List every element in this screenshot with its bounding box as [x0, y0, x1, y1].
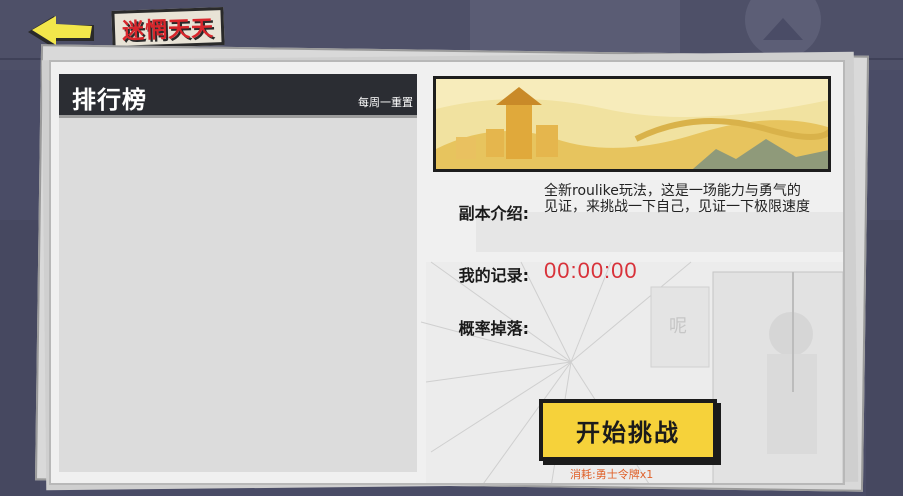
start-challenge-button[interactable]: 开始挑战: [539, 399, 717, 461]
start-challenge-label: 开始挑战: [576, 418, 680, 447]
leaderboard-title: 排行榜: [72, 86, 147, 114]
game-title: 迷惘天天: [121, 16, 215, 45]
intro-label: 副本介绍:: [458, 204, 529, 223]
drop-label: 概率掉落:: [458, 319, 529, 338]
record-value: 00:00:00: [544, 258, 638, 283]
drop-list: [544, 308, 804, 344]
intro-text: 全新roulike玩法，这是一场能力与勇气的见证，来挑战一下自己，见证一下极限速…: [544, 183, 810, 215]
leaderboard-reset-note: 每周一重置: [358, 96, 413, 109]
building-sign-decoration: [745, 0, 821, 58]
game-title-badge: 迷惘天天: [111, 7, 225, 49]
leaderboard-header: 排行榜 每周一重置: [59, 74, 417, 118]
golden-palace-illustration: [436, 79, 828, 169]
leaderboard-panel: 排行榜 每周一重置: [59, 74, 417, 472]
dungeon-banner-image: [433, 76, 831, 172]
main-panel: 呢 排行榜 每周一重置 副本介绍: 全新roulike玩法，这是一场能力与勇气的…: [49, 60, 845, 485]
record-label: 我的记录:: [458, 266, 529, 285]
cost-text: 消耗:勇士令牌x1: [570, 468, 654, 481]
leaderboard-list[interactable]: [59, 118, 417, 472]
